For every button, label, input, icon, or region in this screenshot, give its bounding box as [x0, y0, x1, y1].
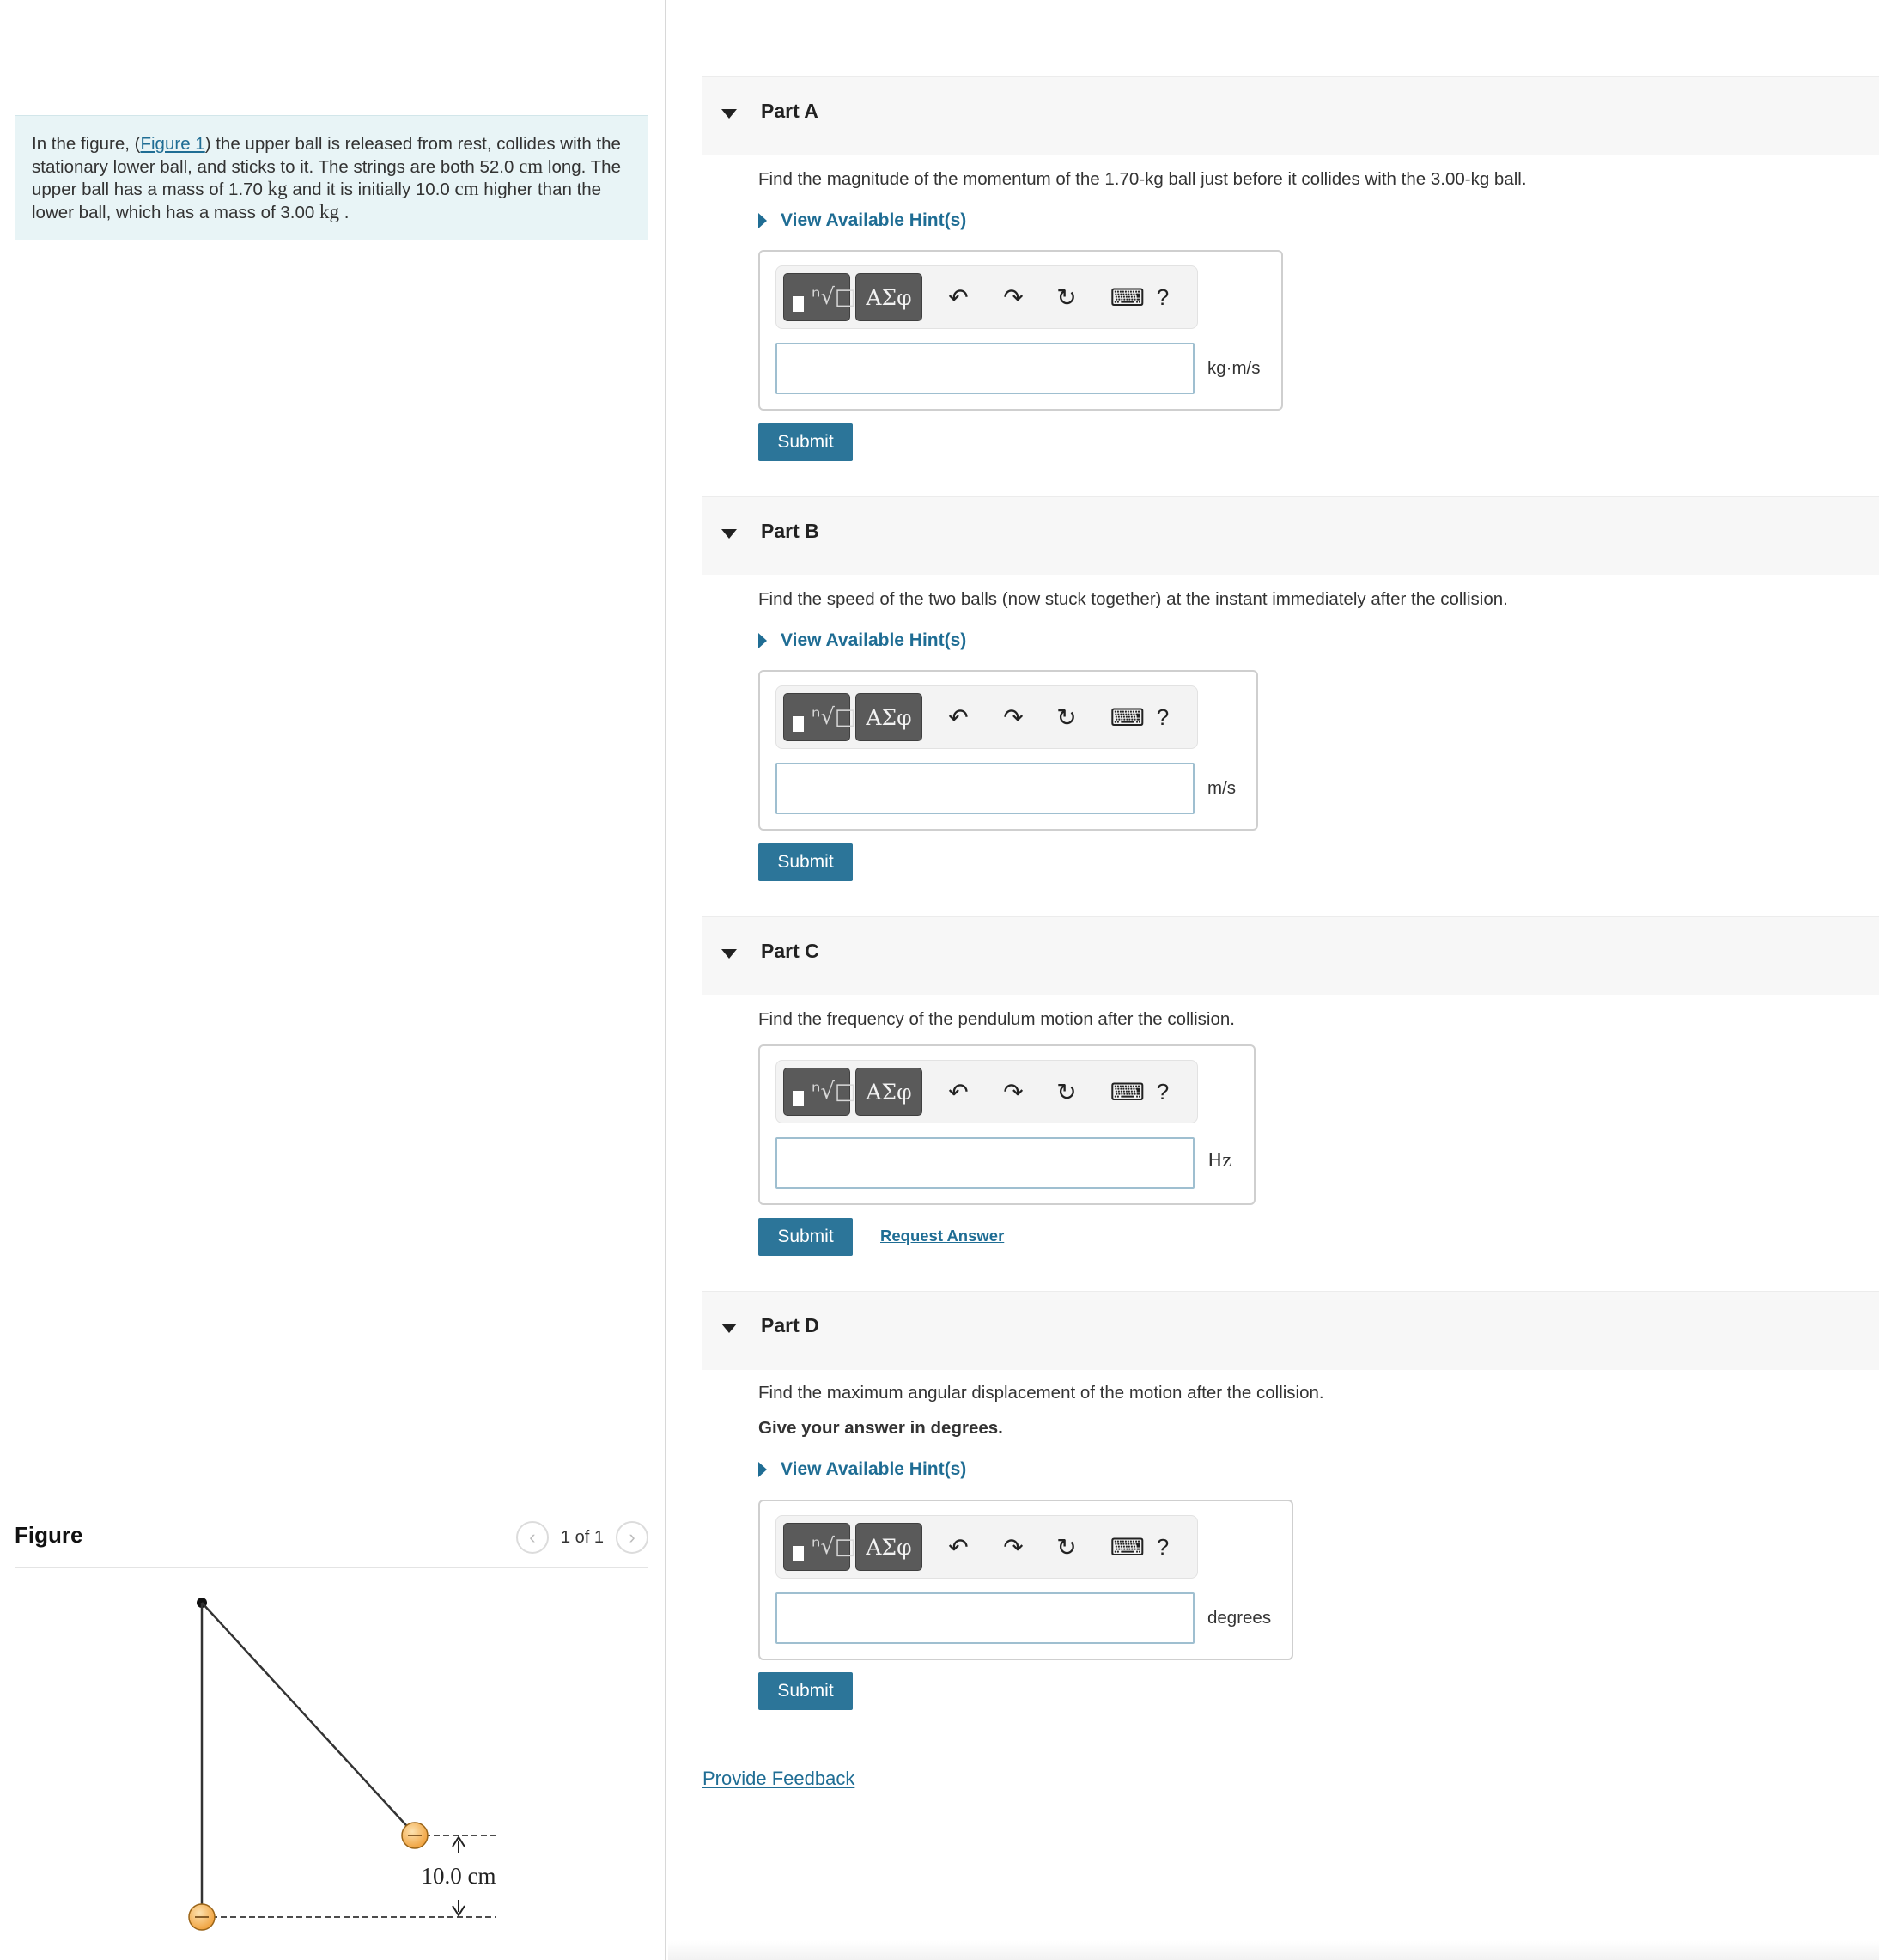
keyboard-icon[interactable]: ⌨	[1106, 700, 1149, 734]
upper-string	[201, 1602, 416, 1835]
chevron-left-icon[interactable]: ‹	[515, 1521, 549, 1554]
caret-down-icon[interactable]	[721, 949, 737, 959]
problem-text: In the figure, (	[32, 134, 141, 154]
part-d-title: Part D	[761, 1314, 819, 1336]
caret-right-icon	[758, 1462, 767, 1477]
greek-icon[interactable]: ΑΣφ	[855, 693, 922, 741]
part-a-answer-box: ⁿ√□ ΑΣφ ↶ ↷ ↻ ⌨ ? kg·m/s	[758, 250, 1283, 411]
redo-icon[interactable]: ↷	[996, 1074, 1031, 1109]
hint-label: View Available Hint(s)	[781, 210, 967, 230]
caret-down-icon[interactable]	[721, 529, 737, 539]
part-a-hint-link[interactable]: View Available Hint(s)	[758, 210, 966, 231]
figure-title: Figure	[15, 1522, 83, 1548]
unit-kg: kg	[319, 200, 339, 222]
part-c-question: Find the frequency of the pendulum motio…	[758, 1009, 1235, 1029]
pager-count: 1 of 1	[560, 1527, 604, 1547]
help-icon[interactable]: ?	[1146, 1530, 1180, 1564]
help-icon[interactable]: ?	[1146, 280, 1180, 314]
greek-icon[interactable]: ΑΣφ	[855, 1068, 922, 1116]
part-b-title: Part B	[761, 520, 819, 542]
part-d-answer-box: ⁿ√□ ΑΣφ ↶ ↷ ↻ ⌨ ? degrees	[758, 1500, 1293, 1660]
math-toolbar: ⁿ√□ ΑΣφ ↶ ↷ ↻ ⌨ ?	[775, 265, 1198, 329]
part-a-submit-button[interactable]: Submit	[758, 423, 853, 461]
part-d-answer-input[interactable]	[775, 1592, 1195, 1644]
left-pane: In the figure, (Figure 1) the upper ball…	[0, 0, 666, 1960]
caret-down-icon[interactable]	[721, 109, 737, 119]
unit-cm: cm	[519, 155, 544, 177]
part-c-answer-box: ⁿ√□ ΑΣφ ↶ ↷ ↻ ⌨ ? Hz	[758, 1044, 1256, 1205]
request-answer-link[interactable]: Request Answer	[880, 1227, 1004, 1245]
templates-icon[interactable]: ⁿ√□	[783, 693, 856, 741]
part-b-question: Find the speed of the two balls (now stu…	[758, 589, 1508, 609]
part-d-unit: degrees	[1207, 1608, 1272, 1628]
reset-icon[interactable]: ↻	[1049, 1530, 1084, 1564]
caret-right-icon	[758, 213, 767, 228]
figure-1-link[interactable]: Figure 1	[140, 134, 204, 154]
part-b-submit-button[interactable]: Submit	[758, 843, 853, 881]
part-c-header[interactable]: Part C	[702, 916, 1879, 995]
part-b-unit: m/s	[1207, 778, 1237, 798]
chevron-right-icon[interactable]: ›	[616, 1521, 648, 1554]
part-d-question: Find the maximum angular displacement of…	[758, 1383, 1324, 1403]
bottom-shadow	[668, 1941, 1879, 1960]
pendulum-figure: 10.0 cm	[188, 1598, 496, 1931]
part-b-hint-link[interactable]: View Available Hint(s)	[758, 630, 966, 651]
caret-down-icon[interactable]	[721, 1324, 737, 1333]
reset-icon[interactable]: ↻	[1049, 1074, 1084, 1109]
undo-icon[interactable]: ↶	[941, 1074, 976, 1109]
redo-icon[interactable]: ↷	[996, 280, 1031, 314]
greek-icon[interactable]: ΑΣφ	[855, 273, 922, 321]
provide-feedback-link[interactable]: Provide Feedback	[702, 1768, 854, 1790]
unit-kg: kg	[267, 178, 288, 199]
part-d-hint-link[interactable]: View Available Hint(s)	[758, 1459, 966, 1480]
part-a-header[interactable]: Part A	[702, 76, 1879, 155]
math-toolbar: ⁿ√□ ΑΣφ ↶ ↷ ↻ ⌨ ?	[775, 1515, 1198, 1579]
part-a-question: Find the magnitude of the momentum of th…	[758, 169, 1527, 189]
keyboard-icon[interactable]: ⌨	[1106, 1530, 1149, 1564]
problem-statement: In the figure, (Figure 1) the upper ball…	[15, 115, 648, 240]
redo-icon[interactable]: ↷	[996, 700, 1031, 734]
part-a-unit: kg·m/s	[1207, 358, 1261, 378]
templates-icon[interactable]: ⁿ√□	[783, 1523, 856, 1571]
part-b-header[interactable]: Part B	[702, 496, 1879, 575]
part-b-answer-box: ⁿ√□ ΑΣφ ↶ ↷ ↻ ⌨ ? m/s	[758, 670, 1258, 831]
height-label: 10.0 cm	[422, 1863, 496, 1889]
caret-right-icon	[758, 633, 767, 648]
reset-icon[interactable]: ↻	[1049, 280, 1084, 314]
part-b-answer-input[interactable]	[775, 763, 1195, 814]
part-a-answer-input[interactable]	[775, 343, 1195, 394]
templates-icon[interactable]: ⁿ√□	[783, 273, 856, 321]
hint-label: View Available Hint(s)	[781, 630, 967, 650]
math-toolbar: ⁿ√□ ΑΣφ ↶ ↷ ↻ ⌨ ?	[775, 685, 1198, 749]
part-c-submit-button[interactable]: Submit	[758, 1218, 853, 1256]
keyboard-icon[interactable]: ⌨	[1106, 280, 1149, 314]
figure-pager: ‹ 1 of 1 ›	[515, 1520, 648, 1555]
keyboard-icon[interactable]: ⌨	[1106, 1074, 1149, 1109]
problem-text: .	[339, 202, 350, 222]
part-c-title: Part C	[761, 940, 819, 962]
part-c-answer-input[interactable]	[775, 1137, 1195, 1189]
unit-cm: cm	[454, 178, 479, 199]
math-toolbar: ⁿ√□ ΑΣφ ↶ ↷ ↻ ⌨ ?	[775, 1060, 1198, 1123]
undo-icon[interactable]: ↶	[941, 280, 976, 314]
part-d-header[interactable]: Part D	[702, 1291, 1879, 1370]
problem-text: and it is initially 10.0	[287, 180, 455, 199]
reset-icon[interactable]: ↻	[1049, 700, 1084, 734]
templates-icon[interactable]: ⁿ√□	[783, 1068, 856, 1116]
figure-header: Figure ‹ 1 of 1 ›	[15, 1517, 648, 1568]
part-d-instruction: Give your answer in degrees.	[758, 1418, 1003, 1438]
hint-label: View Available Hint(s)	[781, 1459, 967, 1479]
undo-icon[interactable]: ↶	[941, 700, 976, 734]
part-d-submit-button[interactable]: Submit	[758, 1672, 853, 1710]
help-icon[interactable]: ?	[1146, 700, 1180, 734]
help-icon[interactable]: ?	[1146, 1074, 1180, 1109]
redo-icon[interactable]: ↷	[996, 1530, 1031, 1564]
part-c-unit: Hz	[1207, 1149, 1231, 1172]
part-a-title: Part A	[761, 100, 818, 122]
undo-icon[interactable]: ↶	[941, 1530, 976, 1564]
greek-icon[interactable]: ΑΣφ	[855, 1523, 922, 1571]
